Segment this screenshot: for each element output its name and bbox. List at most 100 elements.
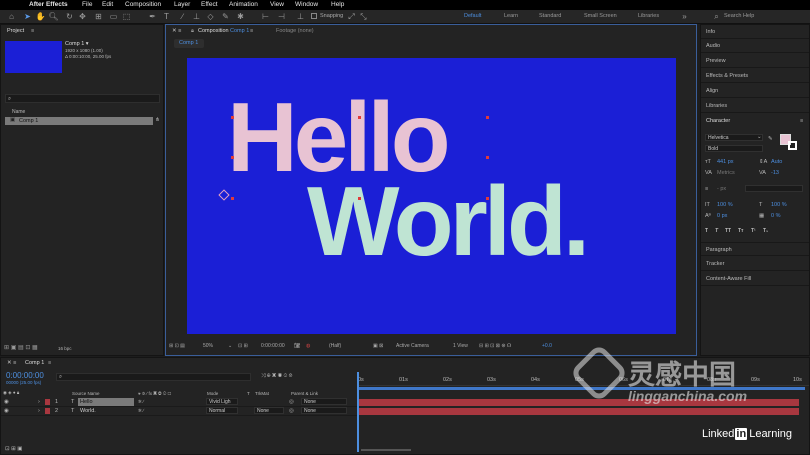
comp-subtab[interactable]: Comp 1 — [174, 39, 204, 48]
comp-tab-menu-icon[interactable]: ≡ — [250, 28, 253, 34]
resolution-select[interactable]: (Half) — [329, 343, 341, 349]
zoom-tool-icon[interactable]: 🔍︎ — [48, 11, 59, 22]
transform-handle[interactable] — [358, 116, 361, 119]
layer-switches[interactable]: ✲ ∕ — [138, 399, 144, 405]
timeline-switch-icons[interactable]: ⤨ ⊕ ▣ ◉ ⊙ ⊗ — [261, 373, 292, 380]
project-row-comp1[interactable]: Comp 1 ▣ — [5, 117, 153, 125]
superscript-button[interactable]: T¹ — [751, 228, 756, 234]
brush-tool-icon[interactable]: ∕ — [177, 11, 188, 22]
label-color-swatch[interactable] — [45, 408, 50, 414]
trkmat-header[interactable]: TrkMat — [255, 391, 269, 396]
stamp-tool-icon[interactable]: ⊥ — [191, 11, 202, 22]
close-comp-tab-icon[interactable]: ✕ ≡ — [172, 28, 181, 34]
puppet-tool-icon[interactable]: ✱ — [235, 11, 246, 22]
grid-icons[interactable]: ⊡ ⊞ — [238, 343, 248, 349]
transform-handle[interactable] — [486, 116, 489, 119]
font-family-select[interactable]: Helvetica — [705, 134, 763, 141]
pan-behind-tool-icon[interactable]: ⊞ — [93, 11, 104, 22]
rotate-tool-icon[interactable]: ↻ — [64, 11, 75, 22]
small-caps-button[interactable]: Tт — [738, 228, 744, 234]
transform-handle[interactable] — [231, 116, 234, 119]
search-help-input[interactable]: Search Help — [724, 13, 754, 19]
transform-handle[interactable] — [486, 156, 489, 159]
project-search-input[interactable]: ⌕ — [5, 94, 160, 103]
selection-tool-icon[interactable]: ➤ — [22, 11, 33, 22]
layer-row-1[interactable]: ◉ › 1 T Hello ✲ ∕ Vivid Ligh ◎ None — [1, 398, 357, 407]
project-menu-icon[interactable]: ≡ — [31, 28, 34, 34]
content-aware-fill-panel-tab[interactable]: Content-Aware Fill — [701, 272, 809, 286]
layer-switches[interactable]: ✲ ∕ — [138, 408, 144, 414]
info-panel-tab[interactable]: Info — [701, 25, 809, 39]
close-timeline-tab-icon[interactable]: ✕ ≡ — [7, 360, 16, 366]
vertical-scale-value[interactable]: 100 % — [717, 202, 733, 208]
camera-tool-icon[interactable]: ✥ — [77, 11, 88, 22]
zoom-select[interactable]: 50% — [203, 343, 213, 349]
menu-edit[interactable]: Edit — [102, 1, 113, 8]
leading-value[interactable]: Auto — [771, 159, 782, 165]
viewer-icons-left[interactable]: ⊞ ⊡ ▤ — [169, 343, 185, 349]
workspace-default[interactable]: Default — [464, 13, 481, 19]
footage-tab[interactable]: Footage (none) — [276, 28, 314, 34]
world-text-layer[interactable]: World. — [307, 172, 590, 270]
layer-row-2[interactable]: ◉ › 2 T World. ✲ ∕ Normal None ◎ None — [1, 407, 357, 416]
timeline-tab[interactable]: Comp 1 — [25, 360, 44, 366]
subscript-button[interactable]: T₁ — [763, 228, 768, 234]
layer-name-highlight[interactable]: Hello — [78, 398, 134, 406]
font-size-value[interactable]: 441 px — [717, 159, 734, 165]
menu-layer[interactable]: Layer — [174, 1, 190, 8]
tracking-value[interactable]: -13 — [771, 170, 779, 176]
tracker-panel-tab[interactable]: Tracker — [701, 257, 809, 271]
workspace-learn[interactable]: Learn — [504, 13, 518, 19]
flowchart-icon[interactable]: ⋔ — [155, 117, 160, 123]
character-menu-icon[interactable]: ≡ — [800, 118, 803, 124]
align-icon-2[interactable]: ⊣ — [276, 11, 287, 22]
snap-option-icon-2[interactable]: ⤡ — [358, 11, 369, 22]
more-workspaces-icon[interactable]: » — [679, 11, 690, 22]
italic-faux-button[interactable]: T — [715, 228, 718, 234]
project-footer-icons[interactable]: ⊞ ▣ ▤ ⊡ ▦ — [4, 344, 64, 352]
lock-icon[interactable]: 🔒︎ — [191, 28, 194, 35]
parent-link-header[interactable]: Parent & Link — [291, 391, 318, 396]
transform-handle[interactable] — [231, 197, 234, 200]
viewer-timecode[interactable]: 0:00:00:00 — [261, 343, 285, 349]
comp-canvas[interactable]: Hello World. — [187, 58, 676, 334]
mask-tool-icon[interactable]: ⬚ — [121, 11, 132, 22]
layer-trkmat-select[interactable]: None — [254, 407, 284, 414]
horizontal-scale-value[interactable]: 100 % — [771, 202, 787, 208]
eye-icon[interactable]: ◉ — [4, 399, 9, 405]
menu-animation[interactable]: Animation — [229, 1, 258, 8]
preview-panel-tab[interactable]: Preview — [701, 54, 809, 68]
roto-tool-icon[interactable]: ✎ — [220, 11, 231, 22]
transform-handle[interactable] — [231, 156, 234, 159]
effects-presets-panel-tab[interactable]: Effects & Presets — [701, 69, 809, 83]
layer-bar-2[interactable] — [359, 408, 799, 415]
menu-help[interactable]: Help — [331, 1, 344, 8]
expand-arrow-icon[interactable]: › — [38, 408, 40, 414]
chevron-down-icon[interactable]: ⌄ — [228, 343, 232, 349]
layer-mode-select[interactable]: Normal — [206, 407, 238, 414]
kerning-value[interactable]: Metrics — [717, 170, 735, 176]
expand-arrow-icon[interactable]: › — [38, 399, 40, 405]
hand-tool-icon[interactable]: ✋ — [35, 11, 46, 22]
layer-name[interactable]: World. — [80, 408, 96, 414]
views-select[interactable]: 1 View — [453, 343, 468, 349]
font-style-select[interactable]: Bold — [705, 145, 763, 152]
character-panel-title[interactable]: Character — [701, 114, 809, 128]
workspace-libraries[interactable]: Libraries — [638, 13, 659, 19]
workspace-small-screen[interactable]: Small Screen — [584, 13, 617, 19]
chevron-down-icon[interactable]: ⌄ — [757, 134, 762, 140]
timeline-footer-icons[interactable]: ⊡ ⊞ ▣ — [5, 446, 22, 452]
project-tab[interactable]: Project — [7, 28, 24, 34]
home-icon[interactable]: ⌂ — [6, 11, 17, 22]
eyedropper-icon[interactable]: ✎ — [768, 136, 773, 142]
all-caps-button[interactable]: TT — [725, 228, 731, 234]
layer-parent-select[interactable]: None — [301, 398, 347, 405]
current-time[interactable]: 0:00:00:00 — [6, 371, 44, 380]
transform-handle[interactable] — [486, 197, 489, 200]
pen-tool-icon[interactable]: ✒ — [147, 11, 158, 22]
zoom-slider[interactable] — [361, 449, 411, 451]
menu-file[interactable]: File — [82, 1, 92, 8]
rect-tool-icon[interactable]: ▭ — [108, 11, 119, 22]
search-help-icon[interactable]: ⌕ — [711, 11, 722, 22]
snap-option-icon[interactable]: ⤢ — [346, 11, 357, 22]
